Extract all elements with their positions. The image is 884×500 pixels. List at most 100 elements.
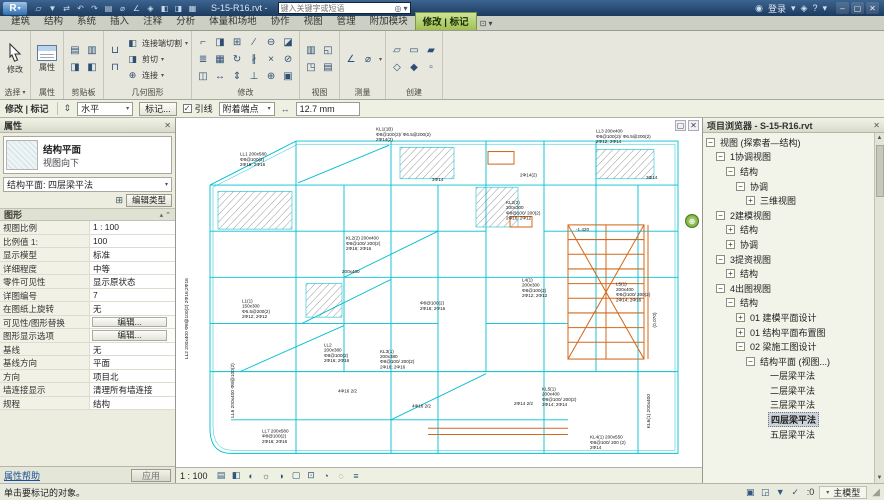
beam-annotation-25[interactable]: Φ8@100(2)2Φ16; 2Φ16	[420, 300, 446, 310]
tree-item-13[interactable]: +01 结构平面布置图	[703, 325, 884, 340]
selection-count-icon[interactable]: ✓	[789, 486, 802, 499]
shadows-icon[interactable]: ◑	[275, 469, 288, 482]
edit-geometry-icon[interactable]: ▣	[280, 68, 296, 84]
close-inactive-icon[interactable]: ◱	[320, 43, 336, 59]
demolish-icon[interactable]: ⊘	[280, 51, 296, 67]
beam-annotation-19[interactable]: KL5(1)200x400Φ8@100/ 200(2)2Φ14; 2Φ14	[542, 386, 577, 407]
geometry-tool-0[interactable]: ◧连接端切割▾	[126, 36, 188, 51]
ribbon-tab-11[interactable]: 修改 | 标记	[415, 12, 477, 30]
property-value[interactable]: 清理所有墙连接	[90, 383, 175, 396]
copy-to-clipboard-icon[interactable]: ▥	[84, 43, 100, 59]
ribbon-tab-10[interactable]: 附加模块	[363, 12, 415, 30]
collapse-icon[interactable]: −	[716, 284, 725, 293]
property-value[interactable]: 无	[90, 302, 175, 315]
collapse-icon[interactable]: −	[726, 167, 735, 176]
browser-scrollbar[interactable]: ▲ ▼	[874, 133, 884, 483]
beam-annotation-22[interactable]: KL4(1) 200x550Φ8@100/ 200 (2)2Φ14	[590, 435, 626, 451]
scroll-up-icon[interactable]: ▲	[877, 133, 883, 143]
property-value[interactable]: 中等	[90, 262, 175, 275]
collapse-icon[interactable]: −	[746, 357, 755, 366]
match-type-icon[interactable]: ◧	[84, 60, 100, 76]
edit-type-button[interactable]: 编辑类型	[126, 194, 172, 207]
beam-annotation-1[interactable]: KL1(1B)Φ8@100(2)/ Φ6.5@200(2)2Φ14(2)	[376, 126, 431, 142]
orientation-select[interactable]: 水平▾	[77, 102, 133, 116]
collapse-icon[interactable]: −	[706, 138, 715, 147]
beam-annotation-2[interactable]: 3Φ14	[432, 177, 444, 182]
resize-grip[interactable]: ◢	[872, 487, 880, 498]
beam-annotation-8[interactable]: 200x400	[342, 269, 360, 274]
move-icon[interactable]: ↔	[212, 68, 228, 84]
tree-item-14[interactable]: −02 梁施工图设计	[703, 339, 884, 354]
expand-icon[interactable]: +	[746, 196, 755, 205]
tree-item-20[interactable]: 五层梁平法	[703, 427, 884, 442]
switch-windows-icon[interactable]: ◳	[303, 60, 319, 76]
panel-label-select[interactable]: 选择▾	[0, 87, 30, 99]
create-similar-icon[interactable]: ◇	[389, 60, 405, 76]
leader-length-input[interactable]	[296, 102, 360, 116]
maximize-button[interactable]: ▢	[851, 2, 864, 14]
property-value[interactable]: 1 : 100	[90, 221, 175, 234]
ribbon-tab-3[interactable]: 插入	[103, 12, 136, 30]
tree-item-11[interactable]: −结构	[703, 296, 884, 311]
geometry-tool-2[interactable]: ⊕连接▾	[126, 68, 188, 83]
property-value[interactable]: 项目北	[90, 370, 175, 383]
tree-item-7[interactable]: +协调	[703, 237, 884, 252]
temporary-hide-isolate-icon[interactable]: ◔	[320, 469, 333, 482]
beam-annotation-16[interactable]: (0.070)	[652, 312, 657, 328]
tree-item-15[interactable]: −结构平面 (视图...)	[703, 354, 884, 369]
beam-annotation-11[interactable]: LL2200x380Φ8@100(2)2Φ16; 2Φ16	[324, 342, 350, 363]
beam-annotation-18[interactable]: 4Φ16 2/2	[412, 403, 431, 408]
exchange-apps-icon[interactable]: ◈	[801, 3, 808, 14]
create-parts-icon[interactable]: ◆	[406, 60, 422, 76]
tree-item-4[interactable]: +三维视图	[703, 193, 884, 208]
expand-icon[interactable]: +	[726, 225, 735, 234]
collapse-icon[interactable]: −	[716, 255, 725, 264]
rotate-icon[interactable]: ↻	[229, 51, 245, 67]
ribbon-tab-1[interactable]: 结构	[37, 12, 70, 30]
mirror-axis-icon[interactable]: ◫	[195, 68, 211, 84]
pin-icon[interactable]: ⊥	[246, 68, 262, 84]
drawing-canvas[interactable]: LL1 200x580Φ8@100(2)2Φ16; 2Φ16 KL1(1B)Φ8@…	[176, 118, 702, 467]
beam-annotation-15[interactable]: -1.420	[576, 227, 589, 232]
beam-annotation-12[interactable]: KL3(1)200x380Φ8@100/ 200(2)2Φ16; 2Φ16	[380, 349, 415, 370]
property-value[interactable]: 100	[90, 235, 175, 248]
expand-icon[interactable]: +	[726, 240, 735, 249]
constraints-icon[interactable]: ≡	[350, 469, 363, 482]
view-scale-control[interactable]: 1 : 100	[180, 471, 212, 481]
beam-annotation-0[interactable]: LL1 200x580Φ8@100(2)2Φ16; 2Φ16	[240, 152, 267, 168]
property-value[interactable]: 标准	[90, 248, 175, 261]
scale-control-icon[interactable]: ▤	[215, 469, 228, 482]
detail-level-icon[interactable]: ◧	[230, 469, 243, 482]
collapse-icon[interactable]: −	[736, 182, 745, 191]
tree-item-1[interactable]: −1协调视图	[703, 150, 884, 165]
view-close-button[interactable]: ✕	[688, 120, 699, 131]
beam-annotation-7[interactable]: KL2(2) 200x400Φ8@100/ 200(2)2Φ16; 2Φ16	[346, 235, 381, 251]
modify-tab-pin-icon[interactable]: ⊡ ▾	[480, 19, 493, 30]
paint-icon[interactable]: ◪	[280, 34, 296, 50]
tree-item-18[interactable]: 三层梁平法	[703, 398, 884, 413]
property-value[interactable]: 平面	[90, 356, 175, 369]
expand-icon[interactable]: +	[726, 269, 735, 278]
close-button[interactable]: ✕	[866, 2, 879, 14]
minimize-button[interactable]: –	[836, 2, 849, 14]
properties-help-link[interactable]: 属性帮助	[4, 469, 40, 482]
beam-annotation-4[interactable]: 3Φ14	[646, 175, 658, 180]
ribbon-tab-8[interactable]: 视图	[297, 12, 330, 30]
ribbon-tab-0[interactable]: 建筑	[4, 12, 37, 30]
scale-icon[interactable]: ⇕	[229, 68, 245, 84]
align-icon[interactable]: ⌐	[195, 34, 211, 50]
cut-to-clipboard-icon[interactable]: ◨	[67, 60, 83, 76]
collapse-icon[interactable]: −	[716, 152, 725, 161]
create-assembly-icon[interactable]: ▭	[406, 43, 422, 59]
property-edit-button[interactable]: 编辑...	[92, 330, 167, 341]
create-group-icon[interactable]: ▱	[389, 43, 405, 59]
graphics-section-header[interactable]: 图形▴ ⌃	[0, 208, 175, 221]
active-model-selector[interactable]: ▾ 主模型	[819, 486, 867, 499]
close-icon[interactable]: ✕	[873, 121, 880, 130]
leader-checkbox[interactable]: ✓	[183, 104, 192, 113]
array-icon[interactable]: ▦	[212, 51, 228, 67]
help-chevron-icon[interactable]: ▾	[822, 3, 827, 14]
tree-item-12[interactable]: +01 建模平面设计	[703, 310, 884, 325]
ribbon-tab-7[interactable]: 协作	[264, 12, 297, 30]
delete-icon[interactable]: ×	[263, 51, 279, 67]
